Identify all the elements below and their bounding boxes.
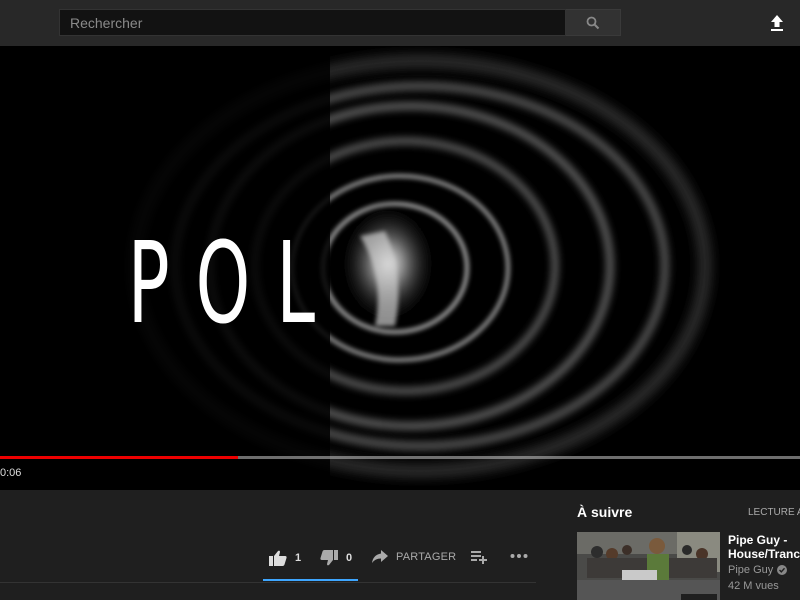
more-actions-button[interactable] xyxy=(510,553,528,559)
sentiment-bar xyxy=(263,579,358,581)
divider xyxy=(0,582,536,583)
dislike-count: 0 xyxy=(346,552,353,564)
like-button[interactable]: 1 xyxy=(269,550,301,566)
video-player[interactable]: POL 0:06 xyxy=(0,46,800,490)
upload-icon xyxy=(771,15,783,31)
search-button[interactable] xyxy=(566,9,621,36)
recommended-views: 42 M vues xyxy=(728,580,779,592)
recommended-title-line1: Pipe Guy - xyxy=(728,533,788,547)
recommended-title[interactable]: Pipe Guy - House/Trance xyxy=(728,533,800,561)
dislike-button[interactable]: 0 xyxy=(320,550,352,566)
recommended-channel-name: Pipe Guy xyxy=(728,564,774,576)
share-icon xyxy=(372,550,388,563)
current-time: 0:06 xyxy=(0,467,22,479)
action-bar: 1 0 PARTAGER xyxy=(0,490,536,600)
share-label: PARTAGER xyxy=(396,551,457,563)
masthead xyxy=(0,0,800,46)
autoplay-label[interactable]: LECTURE A xyxy=(748,507,800,518)
more-icon xyxy=(510,554,528,558)
recommended-title-line2: House/Trance xyxy=(728,547,800,561)
search-box xyxy=(59,9,566,36)
verified-icon xyxy=(777,565,788,575)
frame-text: POL xyxy=(128,219,341,349)
progress-bar[interactable] xyxy=(0,456,800,459)
add-to-playlist-button[interactable] xyxy=(471,550,487,564)
search-input[interactable] xyxy=(60,10,565,35)
playlist-add-icon xyxy=(471,551,487,564)
like-count: 1 xyxy=(295,552,302,564)
share-button[interactable]: PARTAGER xyxy=(372,550,456,564)
progress-played xyxy=(0,456,238,459)
recommended-thumbnail[interactable] xyxy=(577,532,720,600)
thumbs-down-icon xyxy=(320,550,338,566)
thumbnail-image xyxy=(577,532,720,600)
up-next-title: À suivre xyxy=(577,504,633,520)
thumbs-up-icon xyxy=(269,550,287,566)
video-frame: POL xyxy=(0,46,800,490)
recommended-channel[interactable]: Pipe Guy xyxy=(728,564,788,576)
search-icon xyxy=(586,16,600,29)
upload-button[interactable] xyxy=(764,10,790,36)
